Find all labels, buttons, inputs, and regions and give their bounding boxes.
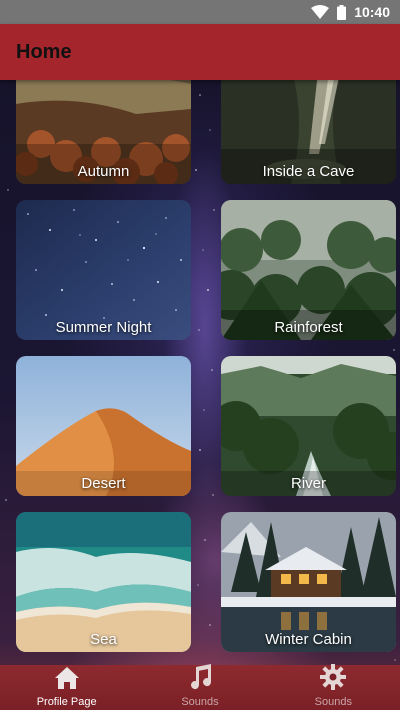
nav-item-settings[interactable]: Sounds [267, 664, 400, 710]
sound-card-label: Summer Night [55, 319, 152, 336]
nav-label: Sounds [314, 696, 352, 708]
sound-card-label: Winter Cabin [265, 631, 352, 648]
sound-card-rainforest[interactable]: Rainforest [221, 200, 396, 340]
sound-card-label: Rainforest [274, 319, 343, 336]
nav-item-sounds[interactable]: Sounds [133, 664, 266, 710]
nav-label: Profile Page [36, 696, 97, 708]
sound-card-label: Desert [81, 475, 126, 492]
sound-card-desert[interactable]: Desert [16, 356, 191, 496]
sound-card-label: Autumn [77, 163, 130, 180]
music-note-icon [187, 664, 213, 695]
bottom-navigation: Profile Page Sounds Sounds [0, 664, 400, 710]
nav-item-profile-page[interactable]: Profile Page [0, 665, 133, 710]
sound-card-sea[interactable]: Sea [16, 512, 191, 652]
app-bar: Home [0, 24, 400, 80]
status-time: 10:40 [354, 4, 390, 20]
sound-grid[interactable]: Autumn Inside a Cave Summer Night Rainfo… [0, 80, 400, 665]
sound-card-inside-a-cave[interactable]: Inside a Cave [221, 80, 396, 184]
sound-card-river[interactable]: River [221, 356, 396, 496]
sound-card-autumn[interactable]: Autumn [16, 80, 191, 184]
gear-icon [320, 664, 347, 695]
sound-card-label: Inside a Cave [262, 163, 355, 180]
home-icon [54, 666, 80, 695]
sound-card-summer-night[interactable]: Summer Night [16, 200, 191, 340]
battery-icon [337, 4, 347, 20]
status-bar: 10:40 [0, 0, 400, 24]
page-title: Home [16, 40, 72, 63]
sound-card-winter-cabin[interactable]: Winter Cabin [221, 512, 396, 652]
wifi-icon [311, 5, 330, 19]
sound-card-label: Sea [90, 631, 117, 648]
nav-label: Sounds [181, 696, 219, 708]
sound-card-label: River [290, 475, 326, 492]
